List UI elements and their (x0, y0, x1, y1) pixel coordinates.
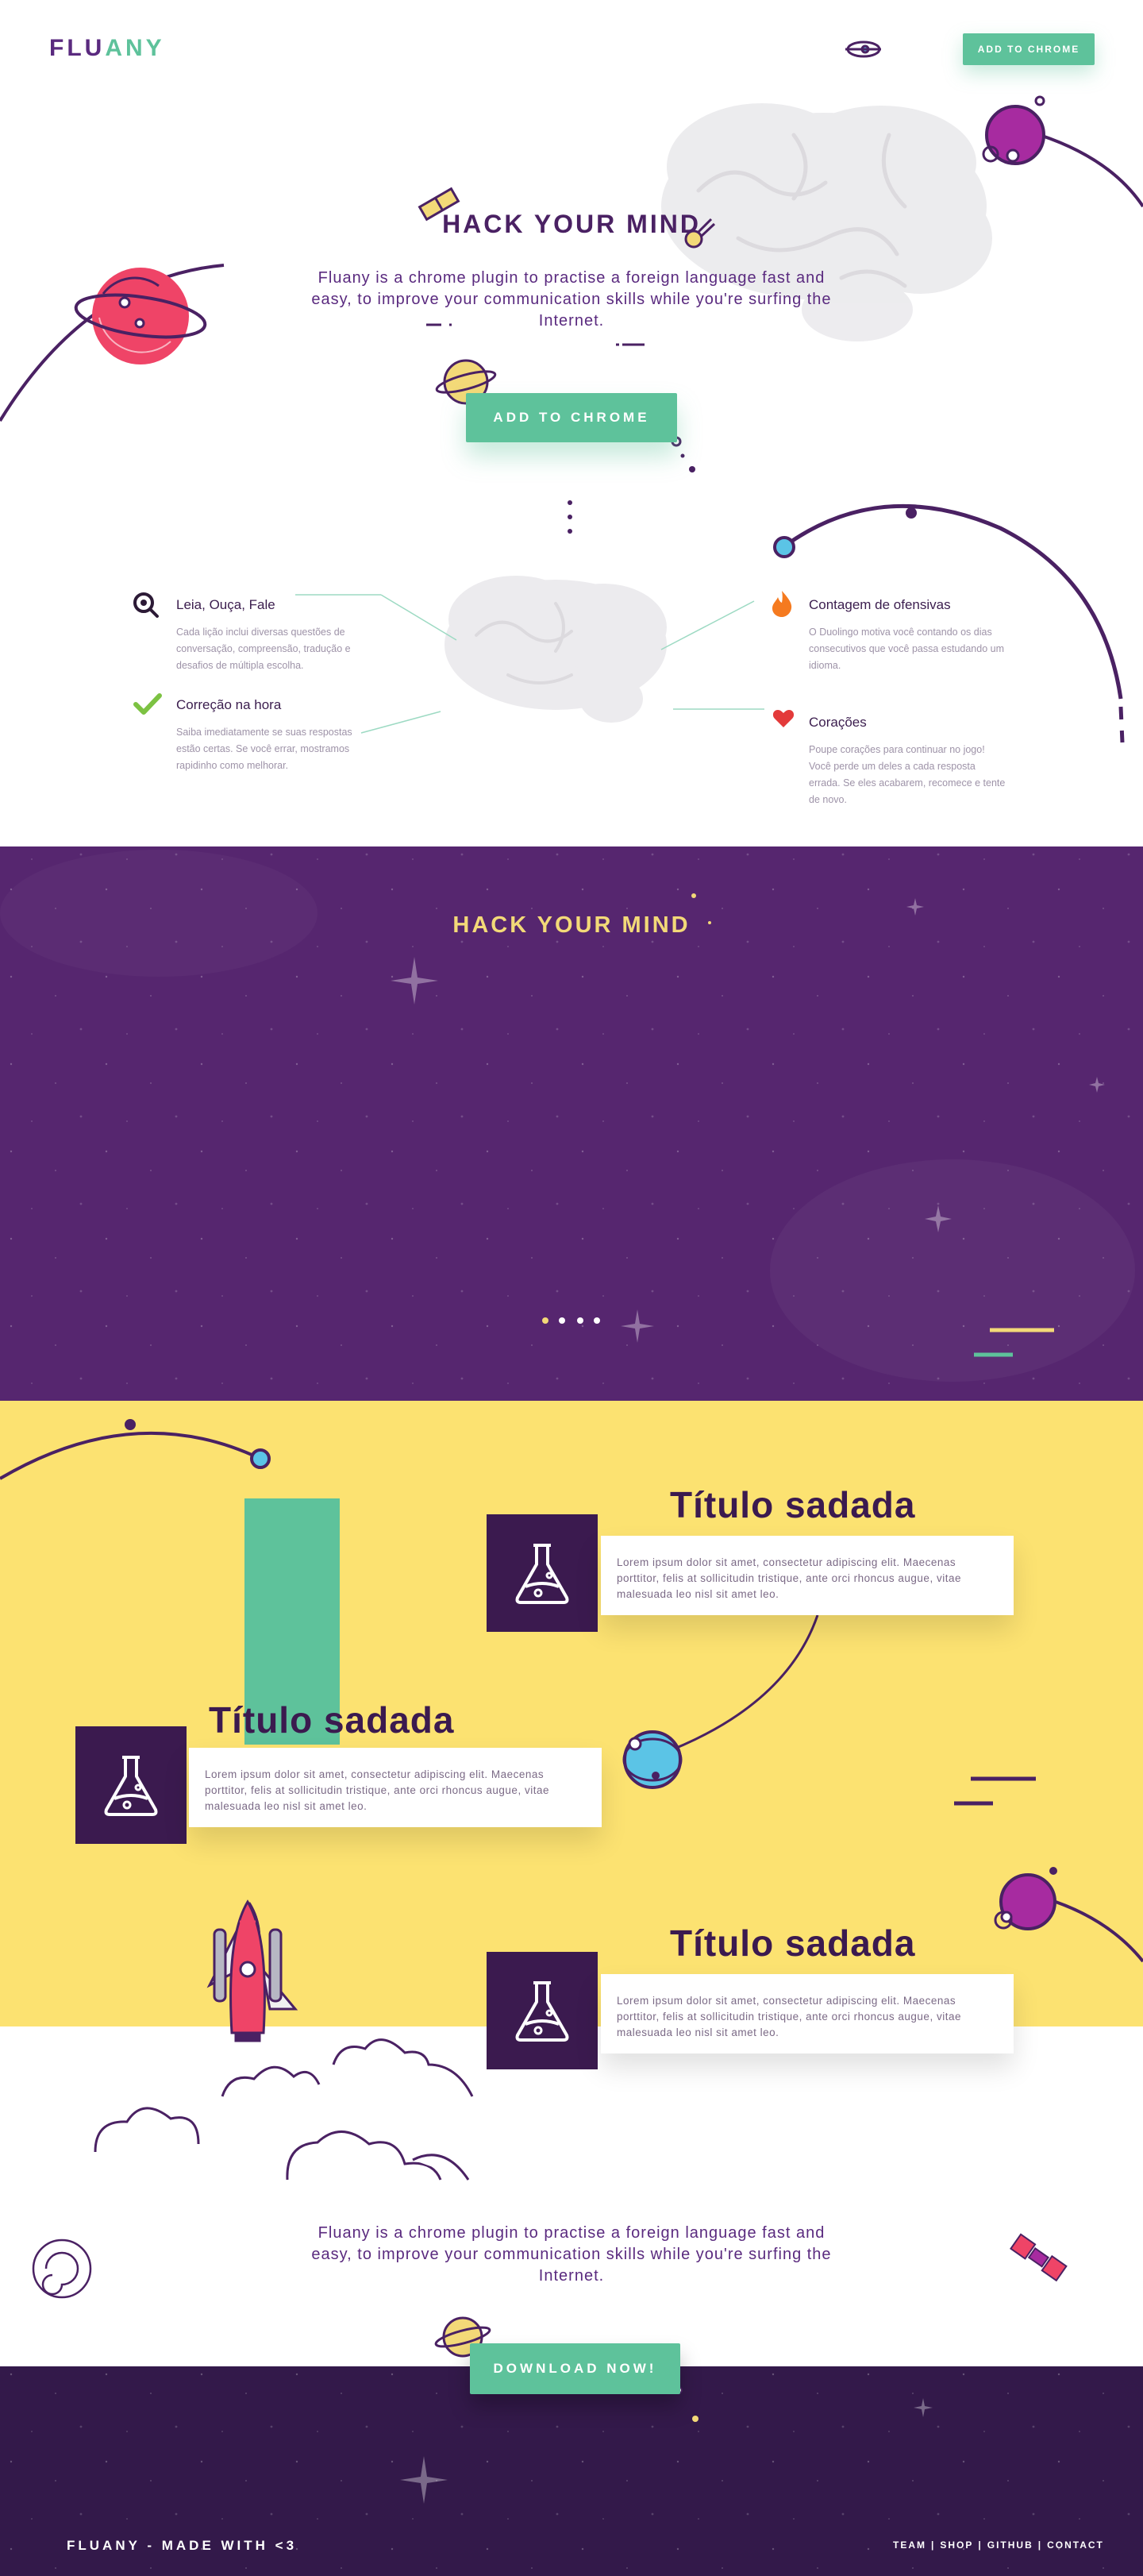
flask-icon (104, 1756, 158, 1816)
hero-title: HACK YOUR MIND (442, 210, 701, 238)
features-timeline-section (0, 1401, 1143, 2026)
download-now-button[interactable]: DOWNLOAD NOW! (470, 2343, 680, 2394)
card-icon-box (487, 1952, 598, 2069)
satellite-bottom (1010, 2233, 1068, 2282)
footer-brand: FLUANY - MADE WITH <3 (67, 2538, 298, 2553)
flame-icon (772, 591, 792, 617)
red-planet (74, 268, 207, 364)
add-to-chrome-header-button[interactable]: ADD TO CHROME (963, 33, 1095, 65)
video-section-title: HACK YOUR MIND (452, 912, 691, 938)
feature-description: Poupe corações para continuar no jogo! V… (809, 744, 1006, 805)
satellite-small (845, 40, 881, 58)
footer-link-github[interactable]: GITHUB (987, 2539, 1033, 2551)
card-icon-box (75, 1726, 187, 1844)
small-brain-illustration (444, 576, 667, 723)
logo-part-1: FLU (49, 35, 106, 61)
clouds (94, 2038, 474, 2181)
card-text: Lorem ipsum dolor sit amet, consectetur … (601, 1536, 1014, 1615)
feature-description: Cada lição inclui diversas questões de c… (176, 627, 351, 671)
card-title: Título sadada (670, 1484, 916, 1525)
card-icon-box (487, 1514, 598, 1632)
feature-description: Saiba imediatamente se suas respostas es… (176, 727, 352, 771)
feature-title: Leia, Ouça, Fale (176, 597, 275, 612)
bottom-description: Fluany is a chrome plugin to practise a … (311, 2224, 832, 2285)
search-icon (133, 592, 159, 618)
footer-links: TEAM | SHOP | GITHUB | CONTACT (893, 2539, 1104, 2551)
magenta-planet-top (982, 95, 1045, 165)
flask-icon (515, 1981, 569, 2042)
feature-title: Corações (809, 715, 867, 730)
feature-read-listen-speak: Leia, Ouça, Fale Cada lição inclui diver… (176, 597, 375, 674)
feature-instant-correction: Correção na hora Saiba imediatamente se … (176, 697, 375, 774)
footer-separator: | (931, 2539, 936, 2551)
feature-title: Correção na hora (176, 697, 282, 712)
feature-hearts: Corações Poupe corações para continuar n… (809, 715, 1007, 808)
footer-link-shop[interactable]: SHOP (940, 2539, 973, 2551)
card-text: Lorem ipsum dolor sit amet, consectetur … (189, 1748, 602, 1827)
footer-separator: | (978, 2539, 983, 2551)
footer-separator: | (1037, 2539, 1043, 2551)
feature-streak-count: Contagem de ofensivas O Duolingo motiva … (809, 597, 1007, 674)
card-text: Lorem ipsum dolor sit amet, consectetur … (601, 1974, 1014, 2053)
logo[interactable]: FLUANY (49, 35, 165, 62)
footer-link-team[interactable]: TEAM (893, 2539, 926, 2551)
hero-description: Fluany is a chrome plugin to practise a … (311, 269, 832, 330)
heart-icon (772, 710, 795, 727)
logo-part-2: ANY (105, 35, 165, 61)
flask-icon (515, 1544, 569, 1604)
galaxy-icon (32, 2239, 92, 2299)
feature-title: Contagem de ofensivas (809, 597, 951, 612)
footer-link-contact[interactable]: CONTACT (1047, 2539, 1104, 2551)
check-icon (133, 693, 162, 715)
card-title: Título sadada (670, 1922, 916, 1964)
add-to-chrome-hero-button[interactable]: ADD TO CHROME (466, 393, 677, 442)
feature-description: O Duolingo motiva você contando os dias … (809, 627, 1004, 671)
card-title: Título sadada (209, 1699, 455, 1741)
